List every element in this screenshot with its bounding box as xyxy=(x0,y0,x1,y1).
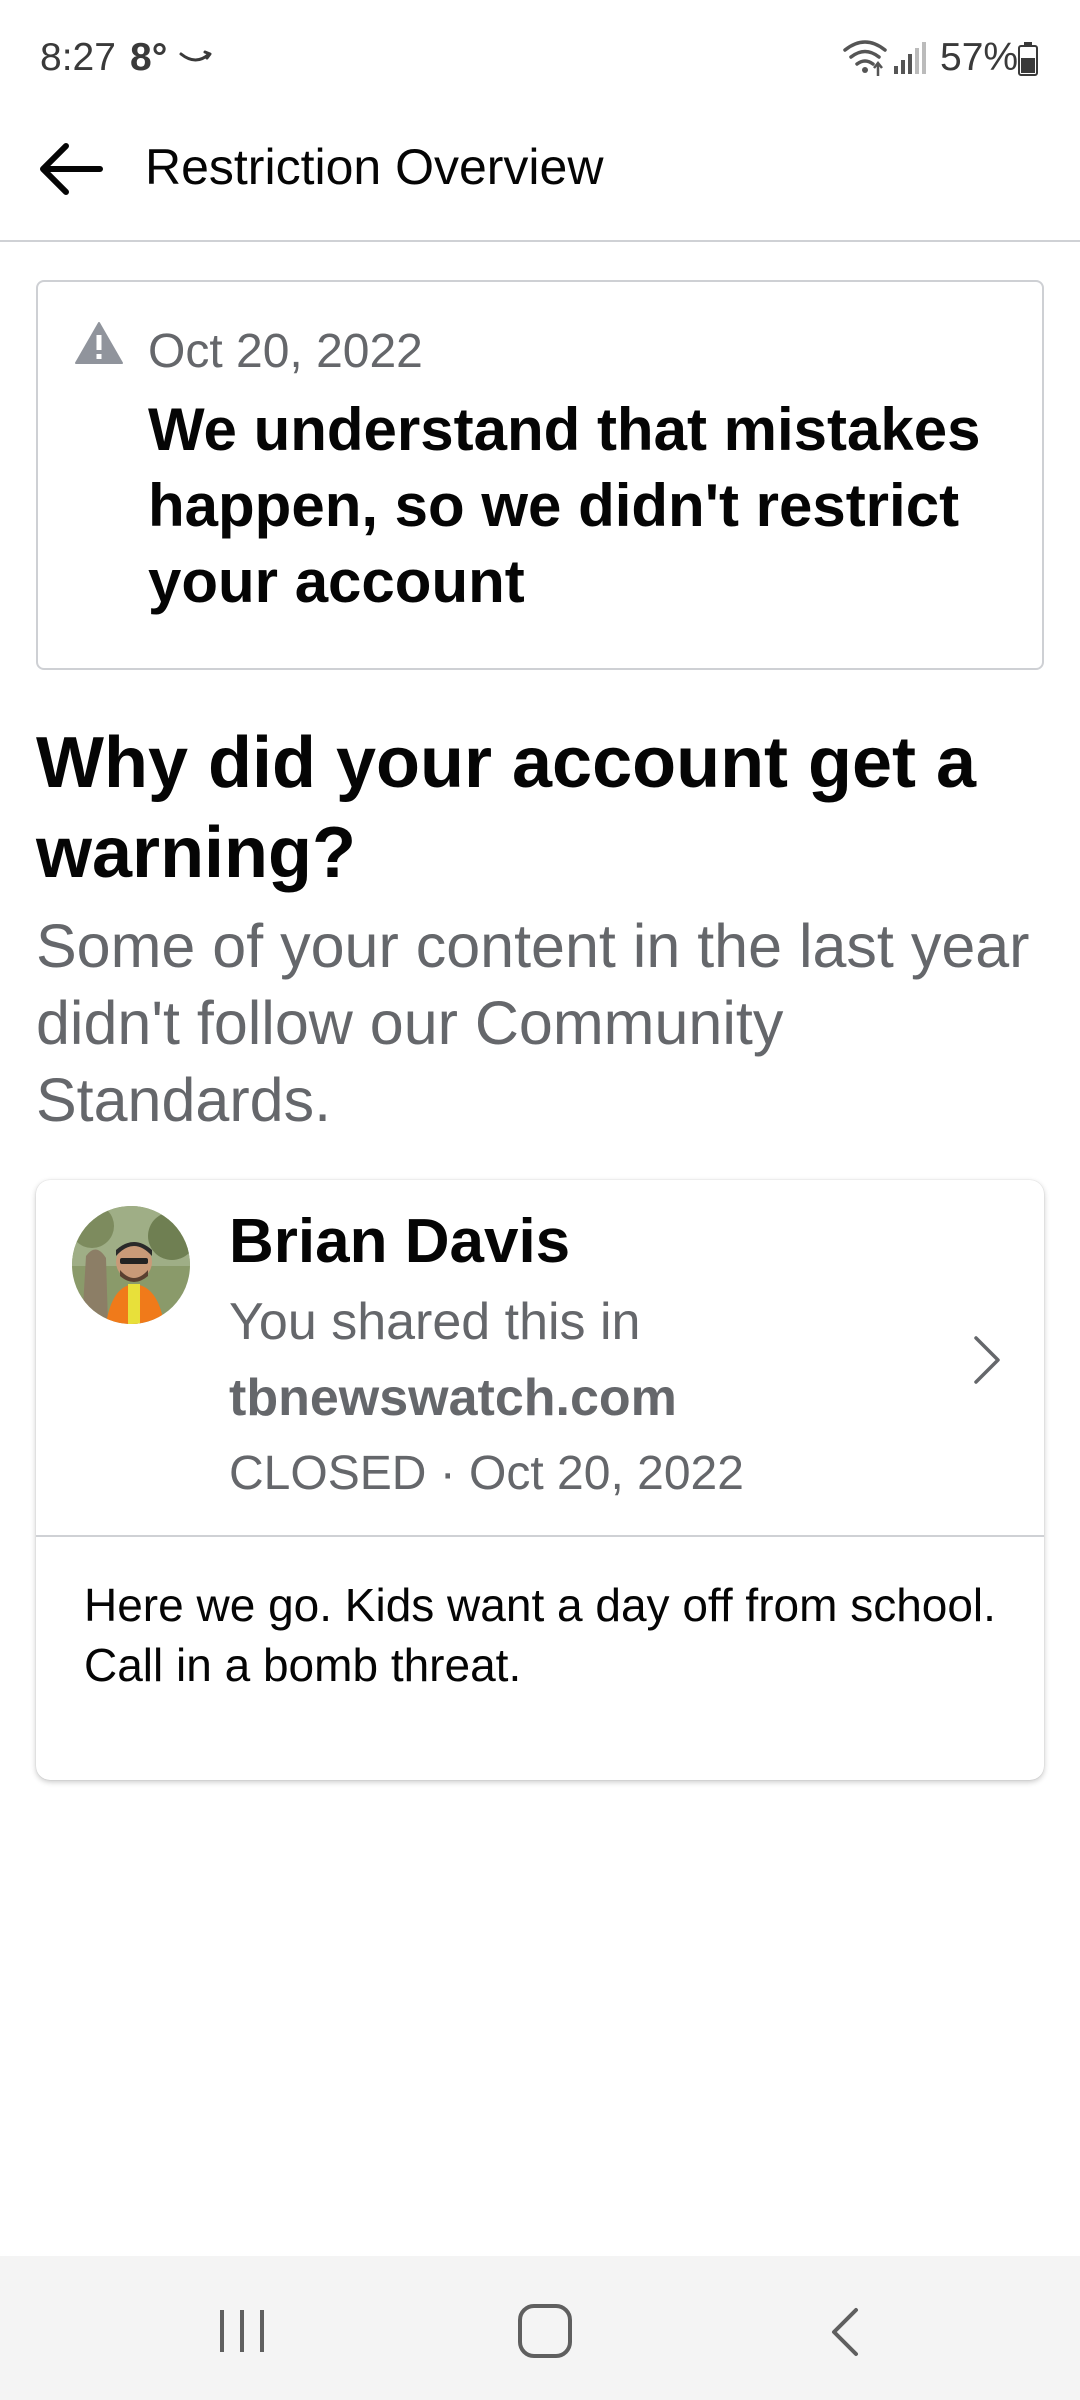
violating-content-card: Brian Davis You shared this in tbnewswat… xyxy=(36,1180,1044,1780)
wifi-icon xyxy=(843,40,887,76)
author-name: Brian Davis xyxy=(229,1207,571,1276)
chevron-right-icon xyxy=(974,1336,1000,1384)
warning-reason-text: Some of your content in the last year di… xyxy=(36,912,1030,1134)
avatar xyxy=(72,1206,190,1324)
amazon-icon xyxy=(179,50,212,62)
signal-icon xyxy=(894,42,926,74)
recents-icon[interactable] xyxy=(214,2306,270,2356)
restriction-notice-card: Oct 20, 2022 We understand that mistakes… xyxy=(36,280,1044,670)
back-icon[interactable] xyxy=(826,2304,866,2360)
notice-message: We understand that mistakes happen, so w… xyxy=(148,396,981,615)
post-text: Here we go. Kids want a day off from sch… xyxy=(84,1579,996,1691)
status-bar: 8:27 8° 57% xyxy=(0,0,1080,120)
system-nav-bar xyxy=(0,2256,1080,2400)
arrow-left-icon[interactable] xyxy=(36,134,106,204)
card-divider xyxy=(36,1535,1044,1537)
notice-date: Oct 20, 2022 xyxy=(148,325,423,378)
battery-percent: 57% xyxy=(940,36,1019,79)
warning-reason-heading: Why did your account get a warning? xyxy=(36,723,977,893)
status-time: 8:27 xyxy=(40,36,116,79)
app-bar: Restriction Overview xyxy=(0,120,1080,242)
warning-triangle-icon xyxy=(75,322,123,364)
content-card-header[interactable]: Brian Davis You shared this in tbnewswat… xyxy=(36,1180,1044,1535)
status-temperature: 8° xyxy=(130,36,168,79)
battery-icon xyxy=(1018,42,1038,76)
shared-in-label: You shared this in xyxy=(229,1293,641,1351)
shared-site: tbnewswatch.com xyxy=(229,1369,677,1427)
page-title: Restriction Overview xyxy=(145,139,604,195)
post-status-line: CLOSED · Oct 20, 2022 xyxy=(229,1447,744,1500)
home-icon[interactable] xyxy=(516,2302,574,2360)
